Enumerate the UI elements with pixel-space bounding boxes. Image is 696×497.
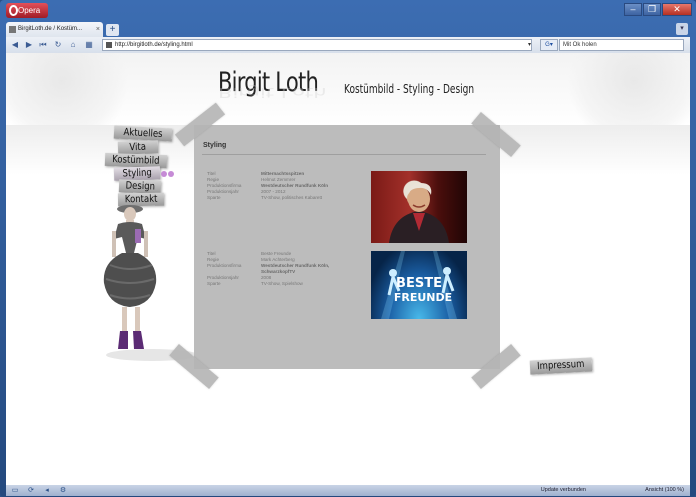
favicon-icon — [9, 26, 16, 33]
content-panel: Styling Titel Mitternachtsspitzen Regie He… — [194, 125, 500, 369]
tab-title: BirgitLoth.de / Kostüm... — [18, 26, 83, 32]
nav-label: Design — [125, 180, 155, 193]
photo-text-line: FREUNDE — [394, 291, 452, 304]
impressum-link[interactable]: Impressum — [529, 357, 593, 375]
address-toolbar: ◀ ▶ ⏮ ↻ ⌂ ▦ http://birgitloth.de/styling… — [6, 37, 690, 53]
panel-title: Styling — [203, 142, 227, 149]
tab-menu-icon[interactable]: ▾ — [676, 23, 688, 35]
site-title-reflection: Birgit Loth — [218, 84, 327, 101]
fashion-figure-illustration — [103, 205, 198, 361]
tab-bar: BirgitLoth.de / Kostüm... × + ▾ — [6, 22, 690, 37]
tab-active[interactable]: BirgitLoth.de / Kostüm... × — [6, 22, 103, 37]
zoom-control[interactable]: Ansicht (100 %) — [645, 485, 684, 496]
settings-icon[interactable]: ⚙ — [58, 486, 68, 495]
address-field[interactable]: http://birgitloth.de/styling.html — [102, 39, 532, 51]
entry-row: Sparte TV-Show, Spielshow — [207, 281, 377, 287]
active-indicator-icon — [161, 170, 175, 178]
reload-icon[interactable]: ↻ — [52, 39, 64, 51]
production-entry: Titel Mitternachtsspitzen Regie Helmut Zem… — [207, 171, 377, 201]
photo-text-line: BESTE — [396, 276, 442, 291]
nav-label: Styling — [122, 167, 152, 180]
production-photo[interactable] — [371, 171, 467, 243]
search-engine-icon[interactable]: G▾ — [540, 39, 558, 51]
presenter-photo-image — [389, 182, 449, 243]
opera-menu-button[interactable]: Opera — [6, 3, 48, 18]
panel-toggle-icon[interactable]: ▭ — [10, 486, 20, 495]
site-favicon-icon — [106, 42, 112, 48]
minimize-button[interactable]: – — [624, 3, 642, 16]
nav-design[interactable]: Design — [118, 179, 162, 194]
forward-icon[interactable]: ▶ — [23, 39, 35, 51]
title-bar: Opera – ❐ ✕ — [0, 0, 696, 22]
tab-close-icon[interactable]: × — [96, 22, 100, 37]
field-label: Sparte — [207, 195, 221, 200]
show-logo-image: BESTE FREUNDE — [381, 251, 457, 319]
nav-vita[interactable]: Vita — [117, 140, 159, 155]
address-dropdown-icon[interactable]: ▾ — [528, 39, 537, 51]
production-entry: Titel Beste Freunde Regie Mark Achterberg … — [207, 251, 377, 287]
maximize-button[interactable]: ❐ — [643, 3, 661, 16]
field-value: TV-Show, politisches Kabarett — [261, 195, 323, 200]
new-tab-button[interactable]: + — [106, 24, 119, 36]
entry-row: Sparte TV-Show, politisches Kabarett — [207, 195, 377, 201]
home-icon[interactable]: ⌂ — [67, 39, 79, 51]
speed-dial-icon[interactable]: ▦ — [83, 39, 95, 51]
close-window-button[interactable]: ✕ — [662, 3, 692, 16]
window-controls: – ❐ ✕ — [624, 3, 692, 17]
page-viewport: Birgit Loth Birgit Loth Kostümbild - Sty… — [6, 53, 690, 485]
address-text: http://birgitloth.de/styling.html — [115, 42, 193, 48]
site-subtitle: Kostümbild - Styling - Design — [344, 82, 475, 96]
update-status: Update verbunden — [540, 487, 586, 493]
production-photo[interactable]: BESTE FREUNDE — [371, 251, 467, 319]
sync-icon[interactable]: ⟳ — [26, 486, 36, 495]
impressum-label: Impressum — [537, 358, 585, 373]
search-input[interactable]: Mit Ok holen — [559, 39, 684, 51]
field-label: Sparte — [207, 281, 221, 286]
back-icon[interactable]: ◀ — [9, 39, 21, 51]
rewind-icon[interactable]: ⏮ — [37, 39, 49, 51]
nav-label: Aktuelles — [123, 126, 163, 141]
browser-window: Opera – ❐ ✕ BirgitLoth.de / Kostüm... × … — [0, 0, 696, 497]
panel-divider — [202, 154, 486, 155]
opera-menu-label: Opera — [18, 6, 41, 15]
field-value: TV-Show, Spielshow — [261, 281, 303, 286]
nav-label: Vita — [129, 141, 147, 154]
turbo-icon[interactable]: ◂ — [42, 486, 52, 495]
opera-logo-icon — [9, 5, 18, 16]
status-bar: ▭ ⟳ ◂ ⚙ Update verbunden Ansicht (100 %) — [6, 485, 690, 496]
